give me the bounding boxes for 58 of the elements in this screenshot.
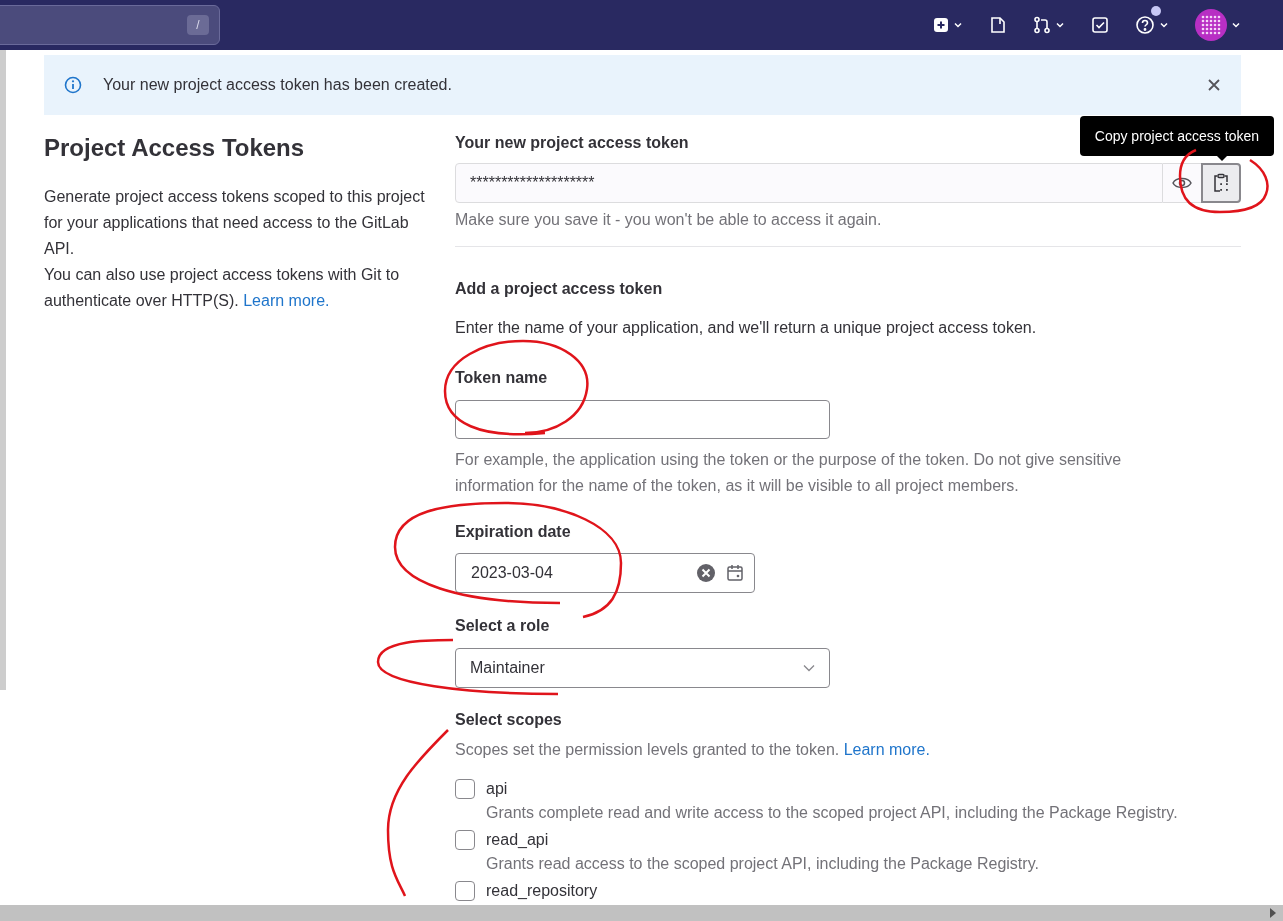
caret-icon: [1055, 20, 1065, 30]
merge-request-icon: [1033, 16, 1051, 34]
help-icon: [1135, 15, 1155, 35]
help-button[interactable]: [1135, 15, 1169, 35]
calendar-icon[interactable]: [726, 564, 744, 582]
clear-icon[interactable]: [696, 563, 716, 583]
checkbox[interactable]: [455, 779, 475, 799]
field-label: Token name: [455, 368, 548, 388]
date-value: 2023-03-04: [471, 563, 553, 583]
scroll-right-icon[interactable]: [1269, 908, 1277, 918]
hint-text: Make sure you save it - you won't be able to access it again.: [455, 210, 883, 230]
scope-description: Grants complete read and write access to the scoped project API, including the Package Registry.: [486, 803, 1179, 823]
section-title: Add a project access token: [455, 279, 664, 299]
field-label: Select scopes: [455, 710, 562, 730]
checkbox[interactable]: [455, 830, 475, 850]
learn-more-link[interactable]: Learn more.: [243, 292, 330, 309]
issues-icon[interactable]: [989, 16, 1007, 34]
select-value: Maintainer: [470, 658, 545, 678]
chevron-down-icon: [803, 664, 815, 672]
reveal-button[interactable]: [1163, 163, 1201, 203]
caret-icon: [1231, 20, 1241, 30]
scope-label[interactable]: read_repository: [486, 879, 598, 903]
date-field[interactable]: 2023-03-04: [455, 553, 755, 593]
token-name-input[interactable]: [455, 400, 830, 439]
search-field[interactable]: /: [0, 5, 220, 45]
plus-square-icon: [933, 17, 949, 33]
description-text: Generate project access tokens scoped to this project for your applications that need access to the GitLab API.: [44, 187, 425, 259]
role-select[interactable]: Maintainer: [455, 648, 830, 688]
avatar-icon: [1195, 9, 1227, 41]
section-description: Enter the name of your application, and we'll return a unique project access token.: [455, 318, 1038, 338]
page-title: Project Access Tokens: [44, 133, 306, 163]
field-label: Select a role: [455, 616, 550, 636]
field-label: Expiration date: [455, 522, 571, 542]
token-field: ********************: [455, 163, 1163, 203]
clipboard-icon: [1213, 173, 1229, 193]
todo-icon[interactable]: [1091, 16, 1109, 34]
scope-description: Grants read access to the scoped project API, including the Package Registry.: [486, 854, 1040, 874]
caret-icon: [1159, 20, 1169, 30]
close-button[interactable]: [1207, 78, 1221, 92]
copy-button[interactable]: [1201, 163, 1241, 203]
checkbox[interactable]: [455, 881, 475, 901]
shortcut-key: /: [187, 15, 209, 35]
scope-label[interactable]: api: [486, 777, 508, 801]
learn-more-link[interactable]: Learn more.: [843, 741, 930, 758]
merge-requests-button[interactable]: [1033, 16, 1065, 34]
eye-icon: [1172, 176, 1192, 190]
scope-label[interactable]: read_api: [486, 828, 549, 852]
caret-icon: [953, 20, 963, 30]
field-label: Your new project access token: [455, 133, 689, 153]
close-icon: [1207, 78, 1221, 92]
user-menu-button[interactable]: [1195, 9, 1241, 41]
info-icon: [64, 76, 82, 94]
create-new-button[interactable]: [933, 17, 963, 33]
alert-text: Your new project access token has been created.: [103, 75, 452, 95]
scopes-description: Scopes set the permission levels granted to the token. Learn more.: [455, 740, 931, 760]
tooltip: Copy project access token: [1079, 116, 1274, 156]
help-text: For example, the application using the token or the purpose of the token. Do not give sensitive information for the name of the token, as it will be visible to all project members.: [455, 450, 1123, 496]
description-text: You can also use project access tokens with Git to authenticate over HTTP(S). Learn more.: [44, 265, 401, 311]
